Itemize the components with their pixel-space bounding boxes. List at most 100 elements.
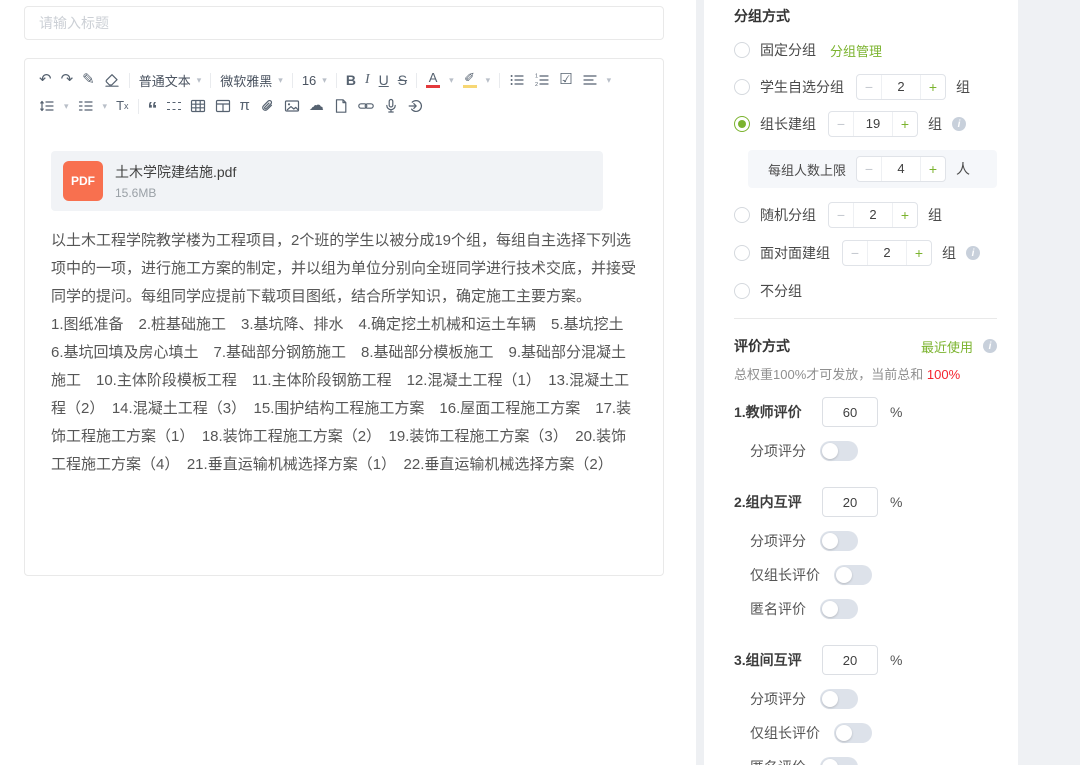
ordered-list-icon[interactable]: 12 — [534, 72, 550, 88]
line-height-icon[interactable] — [39, 98, 55, 114]
radio-button[interactable] — [734, 283, 750, 299]
align-icon[interactable] — [582, 72, 598, 88]
unit-label: 组 — [956, 77, 970, 97]
decrement-button[interactable]: − — [829, 203, 853, 227]
stepper-value[interactable]: 2 — [881, 75, 921, 99]
stepper-value[interactable]: 2 — [867, 241, 907, 265]
grouping-option-self-select[interactable]: 学生自选分组 − 2 + 组 — [734, 74, 997, 100]
import-icon[interactable] — [408, 98, 424, 114]
font-size-select[interactable]: 16 ▾ — [302, 73, 327, 88]
chevron-down-icon[interactable]: ▾ — [103, 101, 108, 112]
evaluation-item-intragroup: 2.组内互评 % — [734, 487, 997, 517]
radio-button[interactable] — [734, 79, 750, 95]
editor-body[interactable]: 以土木工程学院教学楼为工程项目，2个班的学生以被分成19个组，每组自主选择下列选… — [51, 227, 639, 479]
evaluation-item-label: 2.组内互评 — [734, 492, 822, 512]
font-color-button[interactable]: A — [426, 72, 440, 88]
chevron-down-icon[interactable]: ▾ — [607, 75, 612, 86]
blockquote-icon[interactable]: “ — [148, 97, 158, 115]
checklist-icon[interactable]: ☑ — [559, 69, 572, 91]
option-label: 面对面建组 — [760, 243, 830, 263]
settings-panel: 分组方式 固定分组 分组管理 学生自选分组 − 2 + 组 组长建组 − 19 … — [734, 0, 997, 765]
increment-button[interactable]: + — [893, 203, 917, 227]
toggle-switch-off[interactable] — [834, 723, 872, 743]
toggle-label: 分项评分 — [750, 441, 806, 461]
grouping-option-leader-create[interactable]: 组长建组 − 19 + 组 — [734, 111, 997, 137]
stepper-value[interactable]: 4 — [881, 157, 921, 181]
grouping-option-fixed[interactable]: 固定分组 分组管理 — [734, 37, 997, 63]
strikethrough-button[interactable]: S — [398, 69, 407, 91]
highlight-color-button[interactable]: ✐ — [463, 72, 477, 88]
toolbar-separator — [499, 73, 500, 88]
chevron-down-icon[interactable]: ▾ — [449, 75, 454, 86]
file-icon[interactable] — [333, 98, 349, 114]
table-layout-icon[interactable] — [215, 98, 231, 114]
microphone-icon[interactable] — [383, 98, 399, 114]
toggle-switch-off[interactable] — [820, 599, 858, 619]
toggle-switch-off[interactable] — [820, 689, 858, 709]
clear-format-icon[interactable]: Tx — [116, 95, 128, 117]
redo-icon[interactable]: ↷ — [61, 69, 74, 91]
radio-button[interactable] — [734, 42, 750, 58]
weight-input[interactable] — [822, 397, 878, 427]
increment-button[interactable]: + — [907, 241, 931, 265]
horizontal-rule-icon[interactable] — [167, 102, 181, 110]
toggle-label: 分项评分 — [750, 689, 806, 709]
weight-note-text: 总权重100%才可发放，当前总和 — [734, 367, 927, 382]
undo-icon[interactable]: ↶ — [39, 69, 52, 91]
grouping-option-random[interactable]: 随机分组 − 2 + 组 — [734, 202, 997, 228]
decrement-button[interactable]: − — [829, 112, 853, 136]
decrement-button[interactable]: − — [857, 75, 881, 99]
radio-button[interactable] — [734, 207, 750, 223]
stepper-value[interactable]: 19 — [853, 112, 893, 136]
decrement-button[interactable]: − — [843, 241, 867, 265]
attachment-icon[interactable] — [259, 98, 275, 114]
bullet-list-icon[interactable] — [509, 72, 525, 88]
recently-used-link[interactable]: 最近使用 — [921, 337, 973, 356]
toggle-switch-off[interactable] — [820, 441, 858, 461]
indent-list-icon[interactable] — [78, 98, 94, 114]
info-icon[interactable] — [952, 117, 966, 131]
text-style-select[interactable]: 普通文本 ▾ — [139, 71, 202, 90]
formula-icon[interactable]: π — [240, 95, 250, 117]
attachment-filesize: 15.6MB — [115, 186, 236, 200]
radio-button-selected[interactable] — [734, 116, 750, 132]
increment-button[interactable]: + — [921, 157, 945, 181]
image-icon[interactable] — [284, 98, 300, 114]
cloud-icon[interactable]: ☁ — [309, 95, 324, 117]
percent-sign: % — [890, 494, 902, 510]
toggle-switch-off[interactable] — [820, 757, 858, 765]
chevron-down-icon[interactable]: ▾ — [64, 101, 69, 112]
radio-button[interactable] — [734, 245, 750, 261]
toggle-switch-off[interactable] — [820, 531, 858, 551]
chevron-down-icon[interactable]: ▾ — [486, 75, 491, 86]
info-icon[interactable] — [966, 246, 980, 260]
toggle-row-itemized: 分项评分 — [734, 689, 997, 709]
weight-input[interactable] — [822, 645, 878, 675]
title-input[interactable] — [24, 6, 664, 40]
editor-column: ↶ ↷ ✎ 普通文本 ▾ 微软雅黑 ▾ 16 — [24, 6, 664, 576]
pdf-attachment-card[interactable]: PDF 土木学院建结施.pdf 15.6MB — [51, 151, 603, 211]
increment-button[interactable]: + — [893, 112, 917, 136]
increment-button[interactable]: + — [921, 75, 945, 99]
grouping-option-face-to-face[interactable]: 面对面建组 − 2 + 组 — [734, 240, 997, 266]
toolbar-separator — [210, 73, 211, 88]
grouping-option-none[interactable]: 不分组 — [734, 278, 997, 304]
manage-groups-link[interactable]: 分组管理 — [830, 41, 882, 60]
info-icon[interactable] — [983, 339, 997, 353]
weight-input[interactable] — [822, 487, 878, 517]
stepper-value[interactable]: 2 — [853, 203, 893, 227]
vertical-scrollbar[interactable] — [696, 0, 704, 765]
eraser-icon[interactable] — [104, 72, 120, 88]
table-icon[interactable] — [190, 98, 206, 114]
link-icon[interactable] — [358, 98, 374, 114]
toggle-switch-off[interactable] — [834, 565, 872, 585]
font-color-letter: A — [429, 72, 438, 84]
format-painter-icon[interactable]: ✎ — [82, 69, 95, 91]
bold-button[interactable]: B — [346, 69, 356, 91]
italic-button[interactable]: I — [365, 69, 370, 91]
decrement-button[interactable]: − — [857, 157, 881, 181]
option-label: 学生自选分组 — [760, 77, 844, 97]
svg-text:1: 1 — [535, 74, 538, 80]
font-family-select[interactable]: 微软雅黑 ▾ — [220, 71, 283, 90]
underline-button[interactable]: U — [379, 69, 389, 91]
